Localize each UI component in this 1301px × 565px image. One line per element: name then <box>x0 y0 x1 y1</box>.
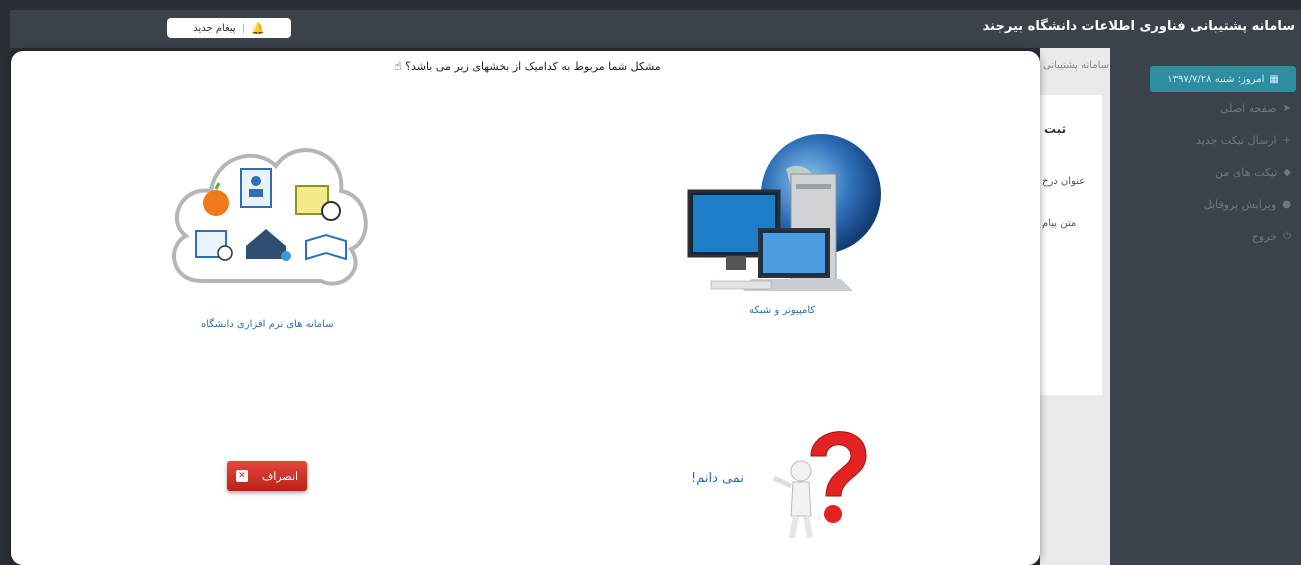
subject-label: عنوان درخ <box>1042 176 1086 187</box>
pointing-hand-icon: ☝ <box>394 59 402 73</box>
date-label: امروز: شنبه ۱۳۹۷/۷/۲۸ <box>1167 73 1265 85</box>
top-header: سامانه پشتیبانی فناوری اطلاعات دانشگاه ب… <box>10 10 1301 48</box>
sidebar-item-home[interactable]: ➤ صفحه اصلی <box>1220 102 1291 115</box>
form-title: ثبت <box>1044 122 1067 136</box>
separator: | <box>241 22 246 34</box>
sidebar-item-label: ارسال تیکت جدید <box>1196 134 1277 147</box>
question-mark-figure-icon <box>772 431 867 539</box>
message-label: متن پیام <box>1042 218 1077 229</box>
computer-globe-icon <box>687 134 881 291</box>
software-systems-label: سامانه های نرم افزاری دانشگاه <box>201 319 334 330</box>
prompt-text: مشکل شما مربوط به کدامیک از بخشهای زیر م… <box>405 60 661 73</box>
software-cloud-icon <box>172 148 368 286</box>
sidebar: ▦ امروز: شنبه ۱۳۹۷/۷/۲۸ ➤ صفحه اصلی + ار… <box>1110 48 1301 565</box>
computer-network-label: کامپیوتر و شبکه <box>749 305 816 316</box>
user-icon: ● <box>1282 199 1291 210</box>
plus-icon: + <box>1282 135 1291 146</box>
new-message-button[interactable]: 🔔 | پیغام جدید <box>167 18 291 38</box>
dont-know-option[interactable]: نمی دانم! <box>686 411 876 561</box>
ticket-form-card <box>1040 95 1102 395</box>
category-modal: مشکل شما مربوط به کدامیک از بخشهای زیر م… <box>11 51 1040 565</box>
computer-network-option[interactable]: کامپیوتر و شبکه <box>681 129 891 329</box>
breadcrumb: سامانه پشتیبانی <box>1043 60 1110 71</box>
sidebar-item-edit-profile[interactable]: ● ویرایش پروفایل <box>1204 198 1291 211</box>
tag-icon: ◆ <box>1283 167 1291 178</box>
sidebar-item-label: ویرایش پروفایل <box>1203 198 1277 211</box>
app-title: سامانه پشتیبانی فناوری اطلاعات دانشگاه ب… <box>982 19 1295 34</box>
bell-icon: 🔔 <box>251 21 265 35</box>
date-badge: ▦ امروز: شنبه ۱۳۹۷/۷/۲۸ <box>1150 66 1296 92</box>
sidebar-item-new-ticket[interactable]: + ارسال تیکت جدید <box>1196 134 1291 147</box>
cancel-button[interactable]: انصراف ✕ <box>227 461 307 491</box>
close-icon: ✕ <box>235 470 248 482</box>
sidebar-item-label: تیکت های من <box>1215 166 1278 179</box>
cancel-label: انصراف <box>261 469 299 483</box>
dont-know-label: نمی دانم! <box>691 471 744 486</box>
sidebar-item-label: خروج <box>1251 230 1278 243</box>
send-icon: ➤ <box>1282 103 1291 114</box>
calendar-icon: ▦ <box>1269 73 1279 85</box>
new-message-label: پیغام جدید <box>193 22 236 34</box>
software-systems-option[interactable]: سامانه های نرم افزاری دانشگاه <box>161 131 376 331</box>
sidebar-item-logout[interactable]: ⏻ خروج <box>1252 230 1291 243</box>
sidebar-item-label: صفحه اصلی <box>1220 102 1277 115</box>
sidebar-item-my-tickets[interactable]: ◆ تیکت های من <box>1215 166 1291 179</box>
logout-icon: ⏻ <box>1283 231 1291 242</box>
modal-prompt: مشکل شما مربوط به کدامیک از بخشهای زیر م… <box>11 59 1040 73</box>
